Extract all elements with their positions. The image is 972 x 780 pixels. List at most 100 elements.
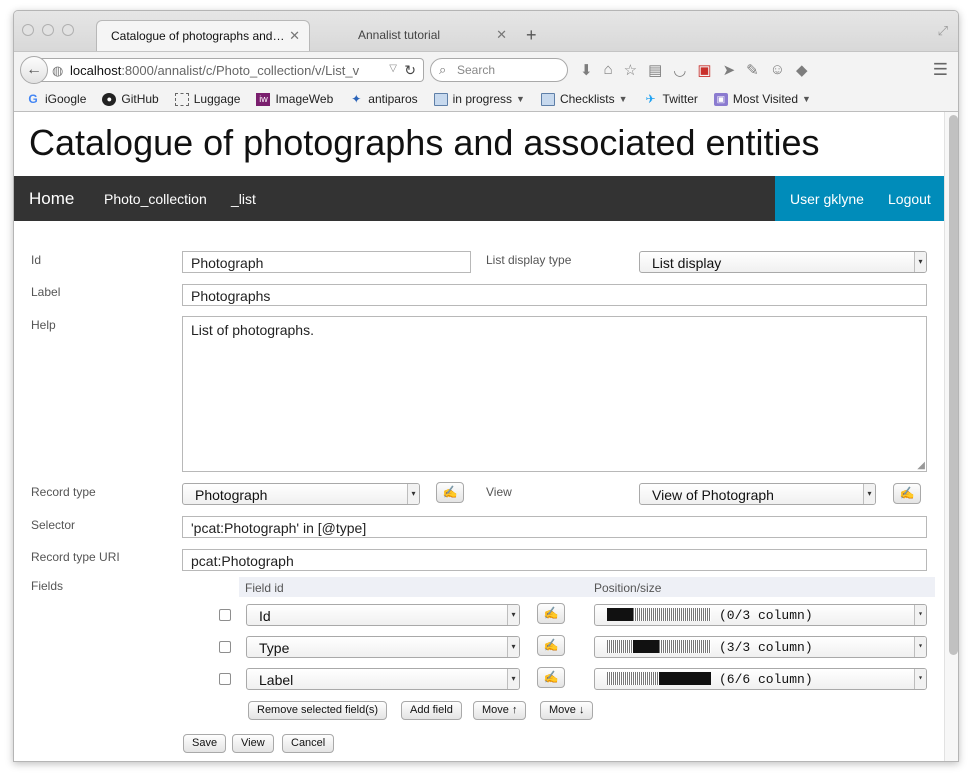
field-id-value: Type (259, 640, 290, 656)
bookmark-label: GitHub (121, 92, 159, 106)
pocket-icon[interactable]: ◡ (673, 61, 686, 79)
scrollbar-track[interactable] (944, 112, 958, 761)
bookmark-igoogle[interactable]: GiGoogle (26, 92, 86, 106)
bookmarks-bar: GiGoogle ● GitHub Luggage iw ImageWeb ✦ ant… (14, 87, 958, 112)
nav-home-link[interactable]: Home (29, 189, 74, 209)
edit-field-button[interactable]: ✍ (537, 667, 565, 688)
bookmark-github[interactable]: ● GitHub (102, 92, 159, 106)
reload-icon[interactable]: ↻ (404, 62, 416, 79)
field-id-select[interactable]: Type ▾ (246, 636, 520, 658)
extension-badge-icon[interactable]: ▣ (697, 61, 711, 79)
bookmark-folder-checklists[interactable]: Checklists ▼ (540, 92, 628, 106)
position-bar (607, 608, 711, 621)
selector-field[interactable]: 'pcat:Photograph' in [@type] (182, 516, 927, 538)
move-up-button[interactable]: Move ↑ (473, 701, 527, 720)
tab-inactive[interactable]: Annalist tutorial ✕ (344, 20, 516, 51)
edit-field-button[interactable]: ✍ (537, 635, 565, 656)
nav-user-link[interactable]: User gklyne (790, 191, 864, 207)
imageweb-icon: iw (256, 92, 271, 106)
bookmark-folder-in-progress[interactable]: in progress ▼ (433, 92, 525, 106)
reading-list-icon[interactable]: ▤ (648, 61, 662, 79)
tab-active[interactable]: Catalogue of photographs and associated … (96, 20, 310, 51)
tab-bar: Catalogue of photographs and associated … (14, 11, 958, 51)
edit-view-button[interactable]: ✍ (893, 483, 921, 504)
luggage-icon (174, 92, 189, 106)
search-input[interactable]: ⌕ Search (430, 58, 568, 82)
bookmark-label: iGoogle (45, 92, 87, 106)
record-type-select[interactable]: Photograph ▾ (182, 483, 420, 505)
bookmark-label: antiparos (368, 92, 418, 106)
nav-collection-link[interactable]: Photo_collection (104, 191, 207, 207)
add-field-button[interactable]: Add field (401, 701, 462, 720)
eyedropper-icon[interactable]: ✎ (746, 61, 759, 79)
record-type-uri-field[interactable]: pcat:Photograph (182, 549, 927, 571)
browser-window: Catalogue of photographs and associated … (13, 10, 959, 762)
list-display-type-label: List display type (486, 253, 572, 267)
field-id-select[interactable]: Label ▾ (246, 668, 520, 690)
close-tab-icon[interactable]: ✕ (289, 28, 300, 44)
globe-icon: ◍ (52, 63, 64, 78)
url-history-dropdown-icon[interactable]: ▽ (389, 63, 397, 74)
position-size-select[interactable]: (6/6 column) ▾ (594, 668, 927, 690)
id-field[interactable]: Photograph (182, 251, 471, 273)
view-select[interactable]: View of Photograph ▾ (639, 483, 876, 505)
bookmark-twitter[interactable]: ✈ Twitter (644, 92, 698, 106)
send-icon[interactable]: ➤ (723, 61, 736, 79)
new-tab-icon[interactable]: + (526, 26, 537, 44)
view-button[interactable]: View (232, 734, 274, 753)
field-id-column-header: Field id (245, 581, 284, 595)
field-id-value: Label (259, 672, 294, 688)
bookmark-most-visited[interactable]: ▣ Most Visited ▼ (713, 92, 811, 106)
bookmark-luggage[interactable]: Luggage (174, 92, 240, 106)
edit-field-button[interactable]: ✍ (537, 603, 565, 624)
save-button[interactable]: Save (183, 734, 227, 753)
position-size-select[interactable]: (0/3 column) ▾ (594, 604, 927, 626)
close-tab-icon[interactable]: ✕ (496, 27, 507, 43)
share-icon[interactable]: ◆ (796, 61, 808, 79)
tab-title: Annalist tutorial (358, 28, 441, 42)
position-bar (607, 640, 711, 653)
bookmark-star-icon[interactable]: ☆ (624, 61, 637, 79)
resize-handle-icon[interactable]: ◢ (917, 460, 925, 471)
record-type-uri-label: Record type URI (31, 550, 120, 564)
position-size-select[interactable]: (3/3 column) ▾ (594, 636, 927, 658)
record-type-label: Record type (31, 485, 96, 499)
selector-label: Selector (31, 518, 76, 532)
bookmark-label: ImageWeb (275, 92, 334, 106)
help-textarea[interactable]: List of photographs. ◢ (182, 316, 927, 472)
user-nav-box: User gklyne Logout (775, 176, 944, 221)
home-icon[interactable]: ⌂ (604, 61, 613, 79)
hamburger-menu-icon[interactable]: ☰ (933, 60, 948, 80)
bookmark-imageweb[interactable]: iw ImageWeb (256, 92, 333, 106)
scrollbar-thumb[interactable] (949, 115, 958, 655)
move-down-button[interactable]: Move ↓ (540, 701, 594, 720)
download-icon[interactable]: ⬇ (580, 61, 593, 79)
position-bar-fill (607, 608, 633, 621)
chat-icon[interactable]: ☺ (770, 61, 785, 79)
edit-record-type-button[interactable]: ✍ (436, 482, 464, 503)
chevron-down-icon: ▾ (914, 669, 926, 689)
position-size-value: (3/3 column) (719, 640, 813, 655)
zoom-window-button[interactable] (62, 24, 74, 36)
field-select-checkbox[interactable] (219, 673, 231, 685)
close-window-button[interactable] (22, 24, 34, 36)
url-bar[interactable]: ◍ localhost:8000/annalist/c/Photo_collec… (40, 58, 424, 82)
list-display-type-select[interactable]: List display ▾ (639, 251, 927, 273)
nav-logout-link[interactable]: Logout (888, 191, 931, 207)
chevron-down-icon: ▾ (507, 637, 519, 657)
nav-list-link[interactable]: _list (231, 191, 256, 207)
url-path: :8000/annalist/c/Photo_collection/v/List… (121, 63, 360, 78)
field-select-checkbox[interactable] (219, 641, 231, 653)
fullscreen-icon[interactable]: ⤢ (938, 23, 948, 39)
field-select-checkbox[interactable] (219, 609, 231, 621)
remove-selected-fields-button[interactable]: Remove selected field(s) (248, 701, 388, 720)
field-id-select[interactable]: Id ▾ (246, 604, 520, 626)
back-button[interactable]: ← (20, 56, 48, 84)
minimize-window-button[interactable] (42, 24, 54, 36)
record-type-value: Photograph (195, 487, 268, 503)
cancel-button[interactable]: Cancel (282, 734, 335, 753)
label-field[interactable]: Photographs (182, 284, 927, 306)
search-icon: ⌕ (439, 62, 447, 77)
bookmark-label: Checklists (559, 92, 615, 106)
bookmark-antiparos[interactable]: ✦ antiparos (349, 92, 417, 106)
